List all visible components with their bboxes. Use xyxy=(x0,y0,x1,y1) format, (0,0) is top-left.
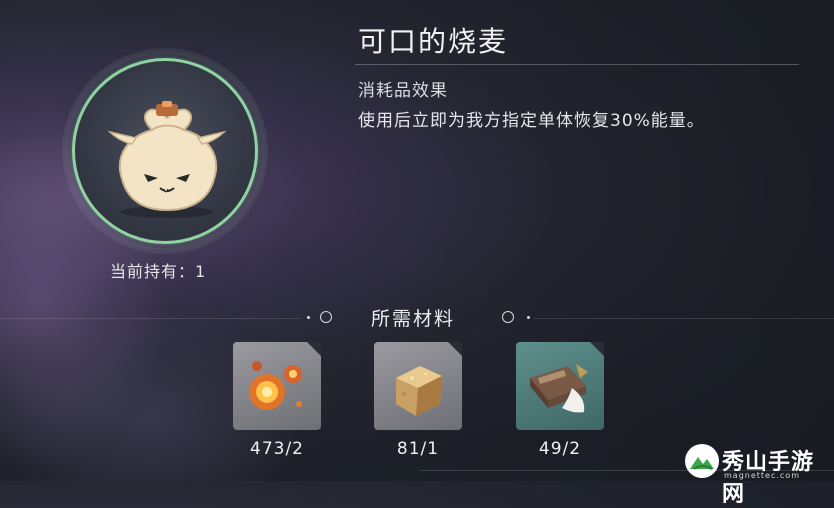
divider-dot-left xyxy=(307,316,310,319)
title-divider xyxy=(355,64,799,65)
material-slot-3[interactable] xyxy=(516,342,604,430)
item-portrait xyxy=(62,48,268,254)
holding-label: 当前持有： xyxy=(110,262,196,281)
material-slot-1[interactable] xyxy=(233,342,321,430)
watermark-url: magnettec.com xyxy=(724,471,800,480)
shaomai-dumpling-icon xyxy=(107,101,227,218)
material-slot-2[interactable] xyxy=(374,342,462,430)
divider-ornament-right xyxy=(502,311,514,323)
tile-corner xyxy=(590,342,604,356)
effect-label: 消耗品效果 xyxy=(358,81,448,101)
effect-description: 使用后立即为我方指定单体恢复30%能量。 xyxy=(358,111,705,131)
tile-corner xyxy=(448,342,462,356)
divider-dot-right xyxy=(527,316,530,319)
item-title: 可口的烧麦 xyxy=(358,25,509,58)
holding-count: 当前持有：1 xyxy=(110,258,206,282)
divider-left-line xyxy=(0,318,300,319)
material-count-3: 49/2 xyxy=(538,439,582,459)
divider-right-line xyxy=(534,318,834,319)
mountain-logo-icon xyxy=(685,444,719,478)
tile-corner xyxy=(307,342,321,356)
material-count-1: 473/2 xyxy=(250,439,304,459)
holding-value: 1 xyxy=(195,262,207,281)
site-watermark: 秀山手游网 magnettec.com xyxy=(682,440,834,507)
material-count-2: 81/1 xyxy=(396,439,440,459)
divider-ornament-left xyxy=(320,311,332,323)
materials-header: 所需材料 xyxy=(371,308,456,330)
